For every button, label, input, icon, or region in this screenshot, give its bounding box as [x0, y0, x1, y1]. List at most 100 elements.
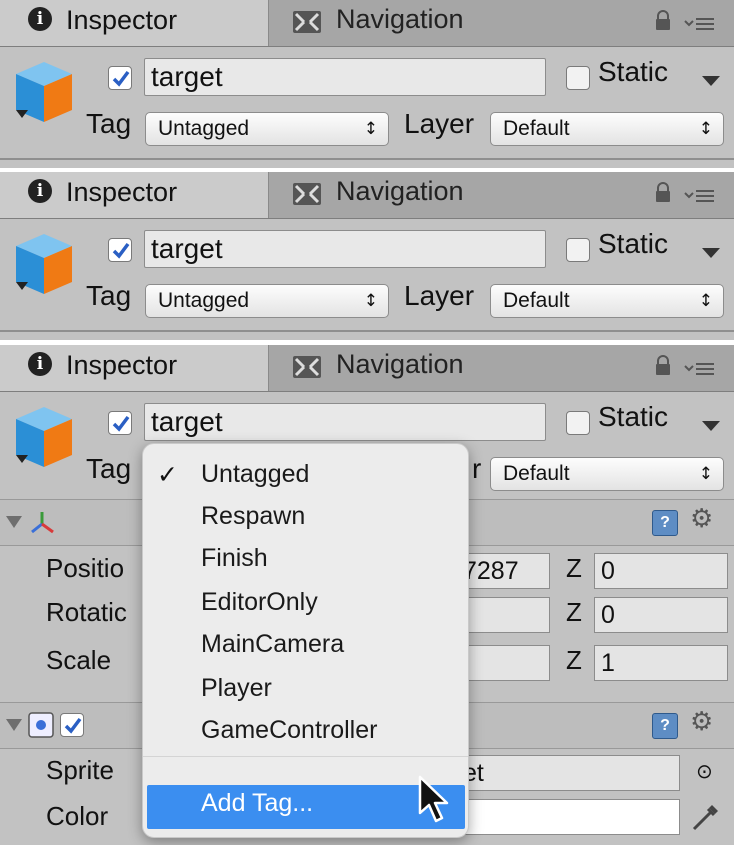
position-z-field[interactable]: 0: [594, 553, 728, 589]
position-x-value: 7287: [463, 557, 519, 585]
tag-label: Tag: [86, 280, 132, 311]
active-checkbox[interactable]: [108, 238, 132, 262]
static-checkbox[interactable]: [566, 411, 590, 435]
dropdown-arrows-icon: ↕: [698, 119, 713, 139]
object-picker-icon[interactable]: ⊙: [696, 759, 713, 783]
tab-inspector[interactable]: i Inspector: [0, 0, 269, 46]
layer-dropdown[interactable]: Default ↕: [490, 457, 724, 491]
menu-icon[interactable]: [684, 185, 716, 203]
menu-item-untagged[interactable]: Untagged: [201, 460, 309, 489]
tag-label: Tag: [86, 108, 132, 139]
layer-dropdown[interactable]: Default ↕: [490, 284, 724, 318]
eyedropper-icon[interactable]: [690, 801, 722, 833]
gameobject-cube-icon: [16, 234, 72, 294]
dropdown-arrows-icon: ↕: [363, 119, 378, 139]
name-field[interactable]: target: [144, 230, 546, 268]
static-dropdown-icon[interactable]: [702, 76, 720, 86]
static-dropdown-icon[interactable]: [702, 248, 720, 258]
sprite-renderer-icon: [28, 712, 54, 738]
help-icon[interactable]: ?: [652, 713, 678, 739]
divider: [0, 158, 734, 160]
color-field[interactable]: [440, 799, 680, 835]
layer-value: Default: [503, 117, 570, 140]
dropdown-arrows-icon: ↕: [698, 291, 713, 311]
color-label: Color: [46, 801, 109, 831]
static-checkbox[interactable]: [566, 238, 590, 262]
menu-item-editoronly[interactable]: EditorOnly: [201, 588, 318, 617]
sprite-field[interactable]: et: [440, 755, 680, 791]
divider: [0, 330, 734, 332]
help-icon[interactable]: ?: [652, 510, 678, 536]
name-field[interactable]: target: [144, 403, 546, 441]
lock-icon[interactable]: [654, 355, 672, 375]
position-label: Positio: [46, 553, 125, 583]
tab-navigation-label: Navigation: [336, 176, 464, 206]
active-checkbox[interactable]: [108, 411, 132, 435]
tab-bar: i Inspector Navigation: [0, 345, 734, 392]
name-field[interactable]: target: [144, 58, 546, 96]
scale-label: Scale: [46, 645, 112, 675]
static-label: Static: [598, 228, 669, 259]
menu-icon[interactable]: [684, 358, 716, 376]
transform-icon: [31, 512, 54, 534]
sprite-label: Sprite: [46, 755, 114, 785]
rotation-z-field[interactable]: 0: [594, 597, 728, 633]
inspector-panel-1: i Inspector Navigation target Static Tag…: [0, 0, 734, 168]
layer-label: Layer: [404, 280, 475, 311]
mouse-cursor-icon: [418, 775, 449, 823]
menu-separator: [143, 756, 468, 757]
foldout-icon[interactable]: [6, 719, 22, 731]
selected-check-icon: ✓: [157, 461, 178, 489]
tab-inspector[interactable]: i Inspector: [0, 345, 269, 391]
tab-bar: i Inspector Navigation: [0, 172, 734, 219]
inspector-panel-2: i Inspector Navigation target Static Tag…: [0, 172, 734, 340]
gear-icon[interactable]: ⚙: [690, 707, 713, 737]
menu-item-player[interactable]: Player: [201, 674, 272, 703]
foldout-icon[interactable]: [6, 516, 22, 528]
layer-value: Default: [503, 462, 570, 485]
layer-value: Default: [503, 289, 570, 312]
tab-inspector-label: Inspector: [66, 350, 178, 380]
info-icon: i: [28, 352, 52, 376]
add-tag-label: Add Tag...: [201, 789, 314, 817]
rotation-z-label: Z: [566, 597, 582, 627]
navigation-icon: [293, 11, 321, 33]
static-dropdown-icon[interactable]: [702, 421, 720, 431]
tag-value: Untagged: [158, 289, 250, 312]
tab-navigation-label: Navigation: [336, 349, 464, 379]
lock-icon[interactable]: [654, 10, 672, 30]
dropdown-arrows-icon: ↕: [698, 464, 713, 484]
menu-item-respawn[interactable]: Respawn: [201, 502, 305, 531]
active-checkbox[interactable]: [108, 66, 132, 90]
tab-inspector-label: Inspector: [66, 177, 178, 207]
tab-inspector[interactable]: i Inspector: [0, 172, 269, 218]
dropdown-arrows-icon: ↕: [363, 291, 378, 311]
gear-icon[interactable]: ⚙: [690, 504, 713, 534]
tag-label: Tag: [86, 453, 132, 484]
tag-dropdown[interactable]: Untagged ↕: [145, 112, 389, 146]
info-icon: i: [28, 179, 52, 203]
static-label: Static: [598, 401, 669, 432]
static-checkbox[interactable]: [566, 66, 590, 90]
gameobject-cube-icon: [16, 62, 72, 122]
menu-item-gamecontroller[interactable]: GameController: [201, 716, 377, 745]
lock-icon[interactable]: [654, 182, 672, 202]
tag-dropdown[interactable]: Untagged ↕: [145, 284, 389, 318]
layer-label: Layer: [404, 108, 475, 139]
scale-z-label: Z: [566, 645, 582, 675]
menu-item-finish[interactable]: Finish: [201, 544, 268, 573]
position-z-label: Z: [566, 553, 582, 583]
sprite-renderer-enabled-checkbox[interactable]: [60, 713, 84, 737]
scale-z-field[interactable]: 1: [594, 645, 728, 681]
info-icon: i: [28, 7, 52, 31]
tag-value: Untagged: [158, 117, 250, 140]
menu-icon[interactable]: [684, 13, 716, 31]
gameobject-cube-icon: [16, 407, 72, 467]
layer-dropdown[interactable]: Default ↕: [490, 112, 724, 146]
layer-label-partial: r: [472, 453, 482, 484]
menu-item-maincamera[interactable]: MainCamera: [201, 630, 344, 659]
static-label: Static: [598, 56, 669, 87]
tab-bar: i Inspector Navigation: [0, 0, 734, 47]
navigation-icon: [293, 356, 321, 378]
rotation-label: Rotatic: [46, 597, 127, 627]
